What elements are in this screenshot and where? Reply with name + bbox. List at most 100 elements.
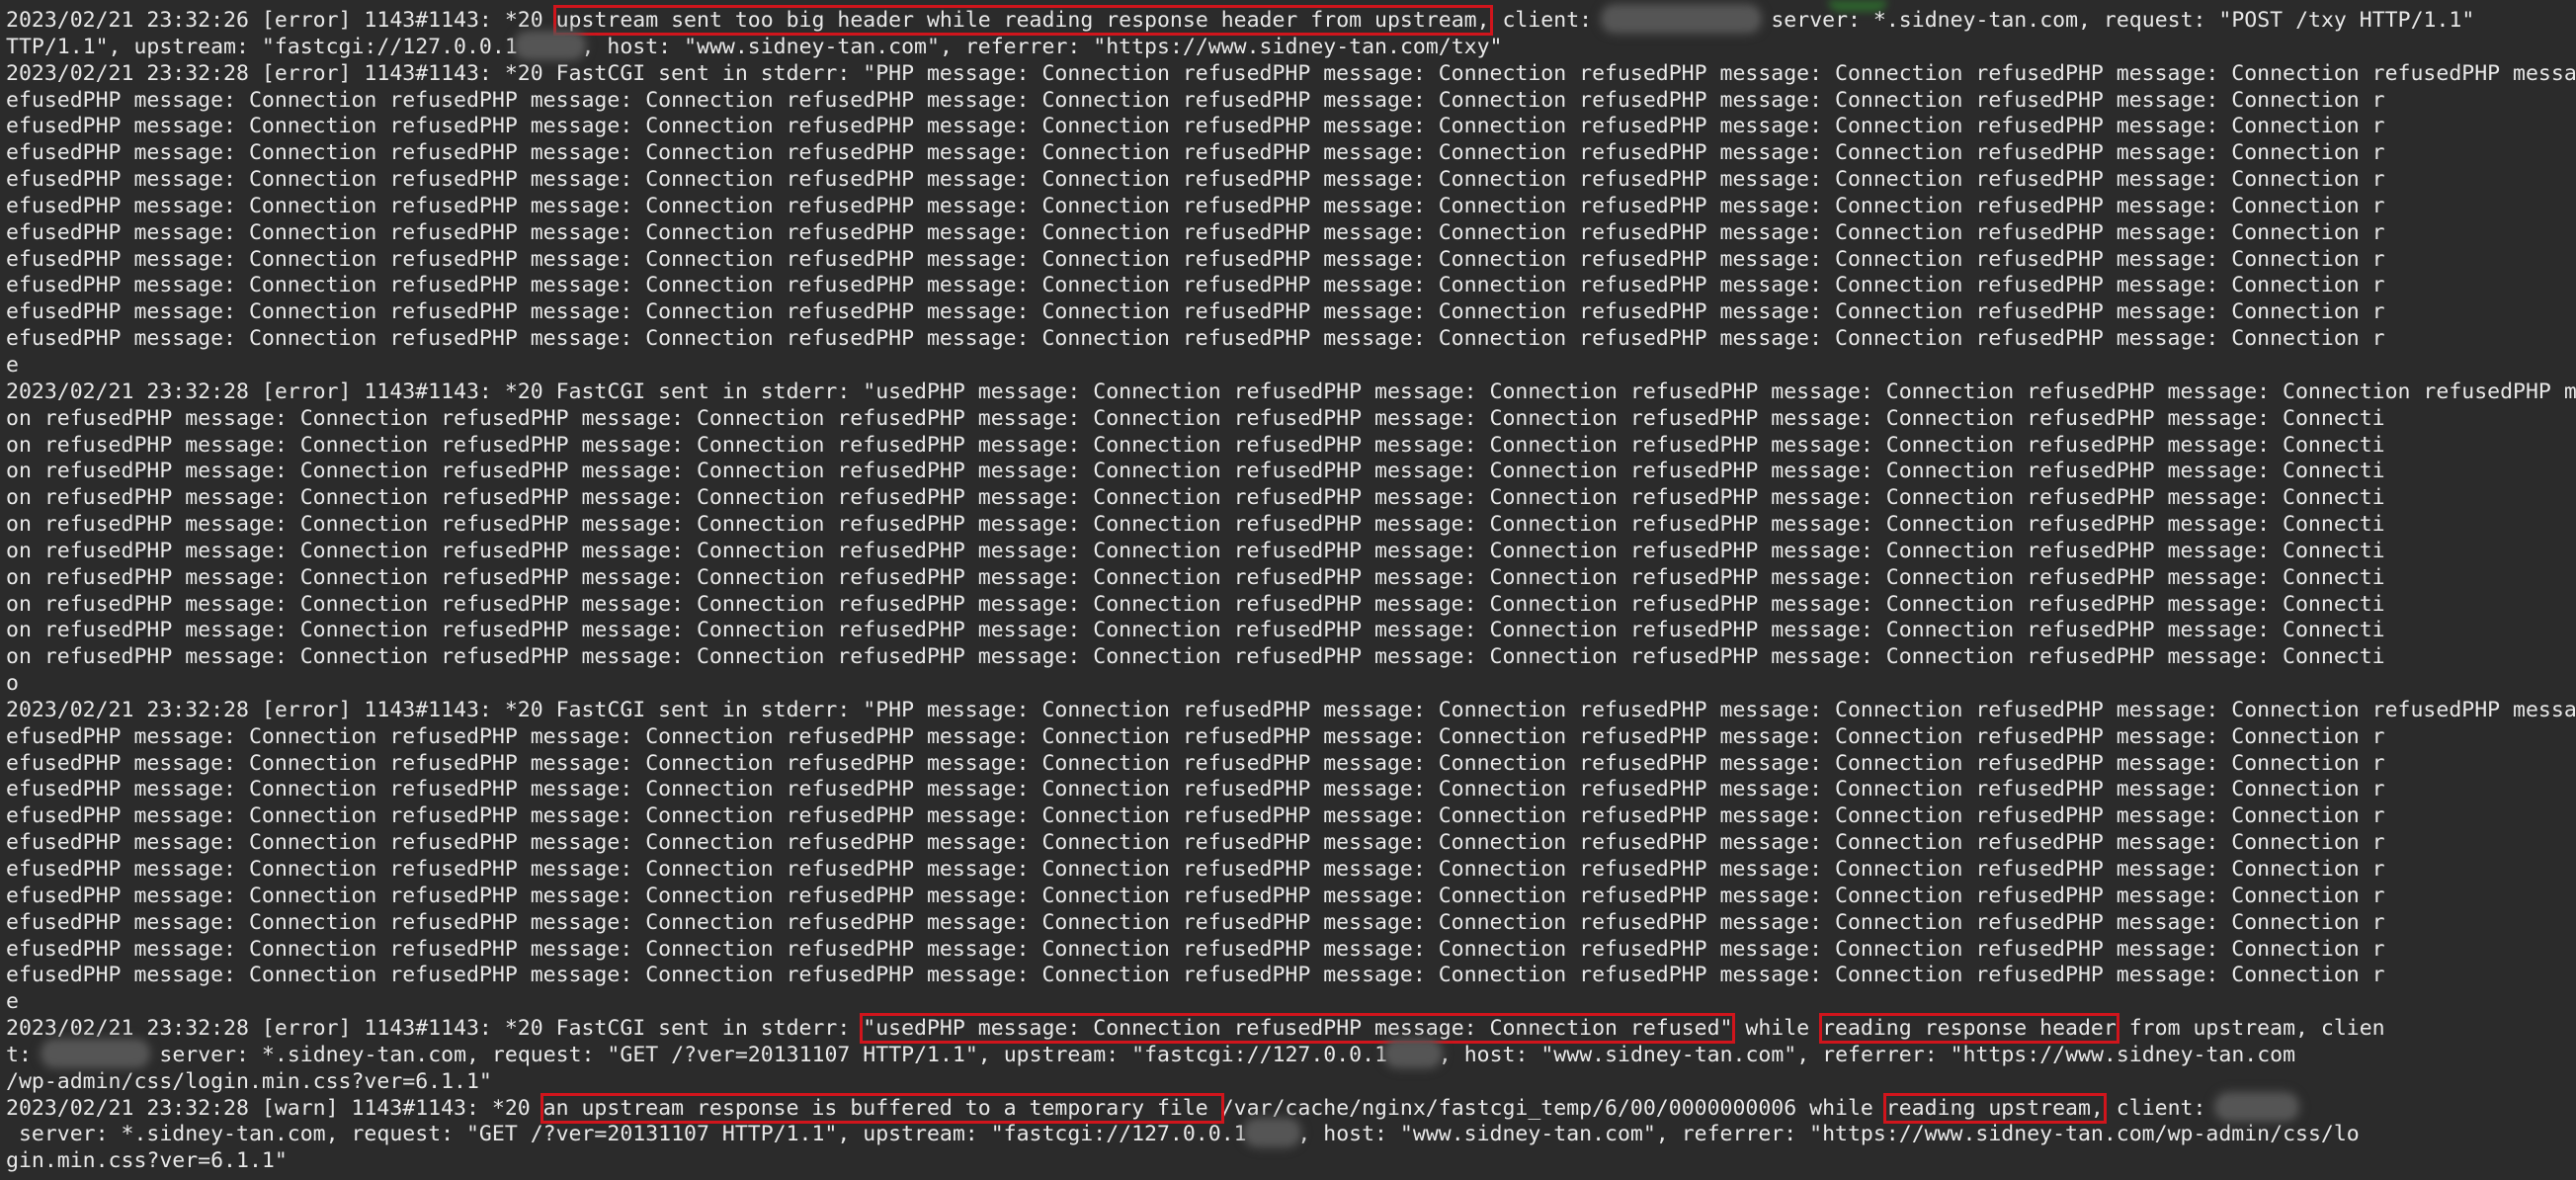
redacted-ip [2218,1095,2296,1118]
log-line: efusedPHP message: Connection refusedPHP… [6,326,2576,353]
log-text: , host: "www.sidney-tan.com", referrer: … [581,34,1503,59]
log-line: o [6,671,2576,698]
log-text: e [6,989,19,1015]
highlighted-log-text: upstream sent too big header while readi… [552,5,1493,36]
log-text: efusedPHP message: Connection refusedPHP… [6,909,2385,935]
log-text: efusedPHP message: Connection refusedPHP… [6,883,2385,908]
log-text: 2023/02/21 23:32:28 [error] 1143#1143: *… [6,1016,864,1042]
log-text: on refusedPHP message: Connection refuse… [6,512,2385,538]
log-line: efusedPHP message: Connection refusedPHP… [6,857,2576,884]
redacted-ip [1246,1122,1298,1144]
log-line: server: *.sidney-tan.com, request: "GET … [6,1122,2576,1148]
log-line: t: server: *.sidney-tan.com, request: "G… [6,1042,2576,1069]
log-text: efusedPHP message: Connection refusedPHP… [6,723,2385,749]
log-line: e [6,353,2576,379]
redacted-ip [1387,1042,1439,1064]
log-line: efusedPHP message: Connection refusedPHP… [6,884,2576,910]
log-text: on refusedPHP message: Connection refuse… [6,644,2385,670]
log-line: efusedPHP message: Connection refusedPHP… [6,777,2576,803]
redacted-ip [517,34,582,56]
log-text: on refusedPHP message: Connection refuse… [6,459,2385,484]
log-line: on refusedPHP message: Connection refuse… [6,592,2576,619]
log-line: /wp-admin/css/login.min.css?ver=6.1.1" [6,1069,2576,1096]
log-line: gin.min.css?ver=6.1.1" [6,1148,2576,1175]
highlighted-log-text: reading response header [1819,1013,2119,1045]
log-line: on refusedPHP message: Connection refuse… [6,485,2576,512]
log-line: efusedPHP message: Connection refusedPHP… [6,114,2576,140]
log-text: efusedPHP message: Connection refusedPHP… [6,87,2385,113]
log-line: efusedPHP message: Connection refusedPHP… [6,273,2576,299]
log-text: 2023/02/21 23:32:26 [error] 1143#1143: *… [6,8,556,33]
log-line: on refusedPHP message: Connection refuse… [6,618,2576,644]
highlighted-log-text: an upstream response is buffered to a te… [540,1092,1224,1124]
log-text: efusedPHP message: Connection refusedPHP… [6,830,2385,856]
log-text: TTP/1.1", upstream: "fastcgi://127.0.0.1 [6,34,518,59]
highlighted-log-text: "usedPHP message: Connection refusedPHP … [860,1013,1736,1045]
log-text: gin.min.css?ver=6.1.1" [6,1148,288,1174]
log-text: on refusedPHP message: Connection refuse… [6,405,2385,431]
log-text: efusedPHP message: Connection refusedPHP… [6,936,2385,962]
log-text: 2023/02/21 23:32:28 [error] 1143#1143: *… [6,60,2576,86]
log-text: client: [1489,8,1606,33]
log-text: o [6,671,19,697]
log-text: server: *.sidney-tan.com, request: "GET … [146,1042,1388,1067]
log-text: efusedPHP message: Connection refusedPHP… [6,219,2385,245]
log-text: on refusedPHP message: Connection refuse… [6,485,2385,511]
log-text: efusedPHP message: Connection refusedPHP… [6,326,2385,352]
log-text: /var/cache/nginx/fastcgi_temp/6/00/00000… [1220,1095,1886,1121]
log-text: on refusedPHP message: Connection refuse… [6,538,2385,563]
log-text: efusedPHP message: Connection refusedPHP… [6,246,2385,272]
log-line: 2023/02/21 23:32:28 [error] 1143#1143: *… [6,379,2576,406]
log-line: efusedPHP message: Connection refusedPHP… [6,299,2576,326]
log-line: efusedPHP message: Connection refusedPHP… [6,751,2576,778]
log-line: 2023/02/21 23:32:28 [error] 1143#1143: *… [6,1013,2576,1045]
log-text: server: *.sidney-tan.com, request: "POST… [1758,8,2475,33]
log-text: 2023/02/21 23:32:28 [warn] 1143#1143: *2… [6,1095,543,1121]
log-text: efusedPHP message: Connection refusedPHP… [6,299,2385,325]
log-text: efusedPHP message: Connection refusedPHP… [6,963,2385,988]
log-line: on refusedPHP message: Connection refuse… [6,644,2576,671]
log-line: on refusedPHP message: Connection refuse… [6,565,2576,592]
log-text: from upstream, clien [2116,1016,2385,1042]
log-line: on refusedPHP message: Connection refuse… [6,459,2576,485]
terminal-window[interactable]: 2023/02/21 23:32:26 [error] 1143#1143: *… [0,0,2576,1180]
log-line: efusedPHP message: Connection refusedPHP… [6,167,2576,194]
log-line: efusedPHP message: Connection refusedPHP… [6,194,2576,220]
redacted-ip [43,1042,147,1064]
log-line: on refusedPHP message: Connection refuse… [6,433,2576,460]
log-line: e [6,989,2576,1016]
log-line: efusedPHP message: Connection refusedPHP… [6,247,2576,274]
log-text: efusedPHP message: Connection refusedPHP… [6,777,2385,802]
log-text: efusedPHP message: Connection refusedPHP… [6,114,2385,139]
log-text: on refusedPHP message: Connection refuse… [6,618,2385,643]
log-line: on refusedPHP message: Connection refuse… [6,512,2576,539]
log-line: efusedPHP message: Connection refusedPHP… [6,724,2576,751]
nginx-error-log-output[interactable]: 2023/02/21 23:32:26 [error] 1143#1143: *… [6,5,2576,1175]
log-text: t: [6,1042,44,1067]
log-line: efusedPHP message: Connection refusedPHP… [6,963,2576,989]
log-line: 2023/02/21 23:32:26 [error] 1143#1143: *… [6,5,2576,36]
log-line: 2023/02/21 23:32:28 [warn] 1143#1143: *2… [6,1092,2576,1124]
log-line: efusedPHP message: Connection refusedPHP… [6,140,2576,167]
log-line: on refusedPHP message: Connection refuse… [6,539,2576,565]
log-text: on refusedPHP message: Connection refuse… [6,591,2385,617]
log-line: efusedPHP message: Connection refusedPHP… [6,88,2576,115]
log-text: on refusedPHP message: Connection refuse… [6,564,2385,590]
log-line: 2023/02/21 23:32:28 [error] 1143#1143: *… [6,61,2576,88]
log-line: TTP/1.1", upstream: "fastcgi://127.0.0.1… [6,34,2576,61]
log-text: 2023/02/21 23:32:28 [error] 1143#1143: *… [6,379,2576,404]
log-text: efusedPHP message: Connection refusedPHP… [6,273,2385,298]
log-line: 2023/02/21 23:32:28 [error] 1143#1143: *… [6,698,2576,724]
log-line: efusedPHP message: Connection refusedPHP… [6,910,2576,937]
log-line: efusedPHP message: Connection refusedPHP… [6,220,2576,247]
log-text: efusedPHP message: Connection refusedPHP… [6,803,2385,829]
log-line: efusedPHP message: Connection refusedPHP… [6,803,2576,830]
log-text: , host: "www.sidney-tan.com", referrer: … [1438,1042,2296,1067]
log-text: , host: "www.sidney-tan.com", referrer: … [1297,1122,2360,1147]
log-text: on refusedPHP message: Connection refuse… [6,432,2385,458]
highlighted-log-text: reading upstream, [1882,1092,2107,1124]
log-text: efusedPHP message: Connection refusedPHP… [6,857,2385,882]
redacted-ip [1605,8,1759,30]
log-text: efusedPHP message: Connection refusedPHP… [6,193,2385,218]
log-line: efusedPHP message: Connection refusedPHP… [6,937,2576,964]
